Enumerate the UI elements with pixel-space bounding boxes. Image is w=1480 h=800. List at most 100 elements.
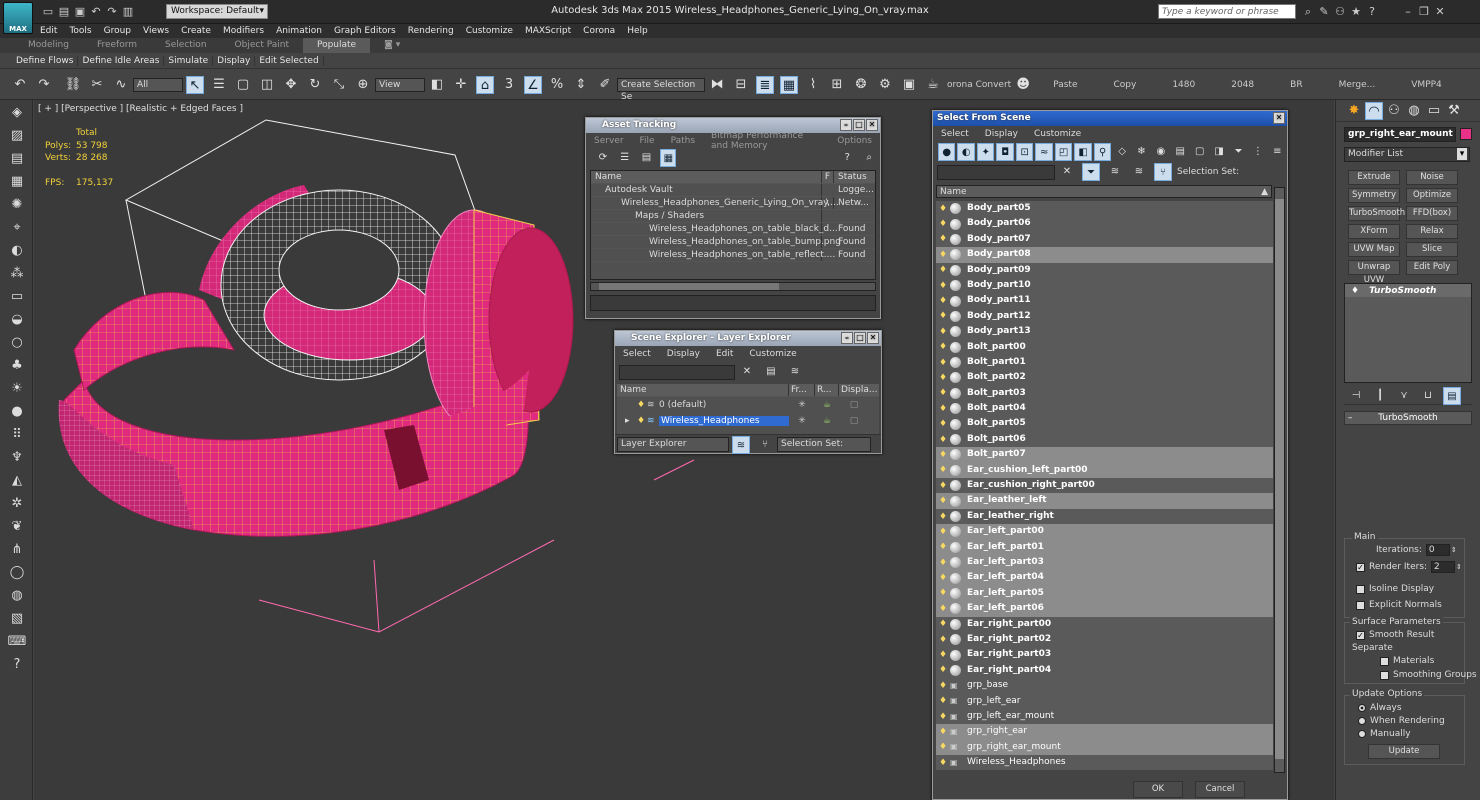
remove-modifier-icon[interactable]: ⊔	[1419, 387, 1437, 405]
explorer-type-dropdown[interactable]: Layer Explorer	[617, 437, 729, 452]
plane-icon[interactable]: ▭	[7, 287, 27, 307]
lightbulb-icon[interactable]: ♦	[939, 342, 947, 352]
tab-modeling[interactable]: Modeling	[14, 38, 83, 53]
corona-convert-label[interactable]: orona Convert	[947, 80, 1011, 90]
smoothing-groups-checkbox[interactable]	[1380, 670, 1389, 680]
menu-group[interactable]: Group	[104, 26, 131, 36]
scene-object-row[interactable]: ♦ Ear_left_part06	[936, 601, 1273, 617]
spinner-arrows-icon[interactable]: ⇕	[1451, 546, 1457, 554]
lightbulb-icon[interactable]: ♦	[939, 404, 947, 414]
layer-row[interactable]: ▸ ♦ ≋ Wireless_Headphones ✳ ☕ ▢	[617, 413, 879, 429]
light-icon[interactable]: ✺	[7, 195, 27, 215]
scroll-thumb[interactable]	[1275, 199, 1284, 759]
reference-coordinate-dropdown[interactable]: View	[375, 77, 425, 92]
scatter-icon[interactable]: ⠿	[7, 425, 27, 445]
col-freeze[interactable]: Fr...	[789, 384, 815, 396]
invert-display-icon[interactable]: ◨	[1210, 143, 1227, 161]
lightbulb-icon[interactable]: ♦	[637, 416, 647, 426]
unlink-icon[interactable]: ✂	[88, 76, 106, 94]
asset-row[interactable]: Maps / Shaders	[591, 210, 875, 223]
hidden-filter-icon[interactable]: ◉	[1152, 143, 1169, 161]
render-frame-icon[interactable]: ▣	[900, 76, 918, 94]
xrefs-filter-icon[interactable]: ◧	[1074, 143, 1092, 161]
move-icon[interactable]: ✥	[282, 76, 300, 94]
explicit-normals-checkbox[interactable]	[1356, 600, 1365, 610]
materials-checkbox[interactable]	[1380, 656, 1389, 666]
hierarchy-tab-icon[interactable]: ⚇	[1385, 102, 1403, 120]
sort-options-icon[interactable]: ≋	[1106, 163, 1124, 181]
noise-button[interactable]: Noise	[1406, 170, 1458, 185]
scale-icon[interactable]: ⤡	[330, 76, 348, 94]
tree-icon[interactable]: ♣	[7, 356, 27, 376]
col-f[interactable]: F	[822, 171, 834, 183]
scene-object-row[interactable]: ♦ ▣ grp_right_ear	[936, 724, 1273, 740]
explorer-search-input[interactable]	[619, 364, 735, 380]
lightbulb-icon[interactable]: ♦	[939, 450, 947, 460]
lightbulb-icon[interactable]: ♦	[939, 327, 947, 337]
close-icon[interactable]: ✕	[1432, 4, 1448, 20]
plant-icon[interactable]: ❦	[7, 517, 27, 537]
signin-icon[interactable]: ⚇	[1332, 4, 1348, 20]
lightbulb-icon[interactable]: ♦	[939, 758, 947, 768]
render-iters-spinner[interactable]: 2	[1431, 561, 1456, 573]
ribbon-options-icon[interactable]: ◙ ▾	[370, 38, 414, 53]
scene-object-row[interactable]: ♦ Body_part07	[936, 231, 1273, 248]
scene-object-row[interactable]: ♦ ▣ Wireless_Headphones	[936, 755, 1273, 771]
lightbulb-icon[interactable]: ♦	[939, 250, 947, 260]
lightbulb-icon[interactable]: ♦	[939, 604, 947, 614]
isoline-checkbox[interactable]	[1356, 584, 1365, 594]
lightbulb-icon[interactable]: ♦	[939, 388, 947, 398]
layers-mode-icon[interactable]: ≋	[732, 435, 750, 454]
scene-object-row[interactable]: ♦ Body_part13	[936, 324, 1273, 340]
menu-tools[interactable]: Tools	[69, 26, 91, 36]
lightbulb-icon[interactable]: ♦	[939, 650, 947, 660]
scene-explorer-icon[interactable]: ▦	[780, 75, 798, 94]
scene-object-row[interactable]: ♦ Bolt_part07	[936, 447, 1273, 463]
rotate-icon[interactable]: ↻	[306, 76, 324, 94]
scene-object-row[interactable]: ♦ Body_part06	[936, 216, 1273, 232]
refresh-icon[interactable]: ⟳	[595, 149, 611, 167]
percent-snap-icon[interactable]: %	[548, 76, 566, 94]
lightbulb-icon[interactable]: ♦	[939, 742, 947, 752]
render-icon[interactable]: ☕	[815, 416, 839, 426]
fur-icon[interactable]: ♆	[7, 448, 27, 468]
modifier-list-dropdown[interactable]: Modifier List ▾	[1344, 147, 1470, 162]
scene-object-row[interactable]: ♦ Bolt_part03	[936, 385, 1273, 402]
update-button[interactable]: Update	[1368, 744, 1440, 759]
layer-row[interactable]: ♦ ≋ 0 (default) ✳ ☕ ▢	[617, 397, 879, 413]
menu-customize[interactable]: Customize	[1034, 129, 1081, 139]
menu-display[interactable]: Display	[667, 349, 700, 359]
close-icon[interactable]: ✕	[866, 119, 878, 131]
menu-rendering[interactable]: Rendering	[408, 26, 454, 36]
scene-object-row[interactable]: ♦ Bolt_part01	[936, 354, 1273, 371]
maximize-icon[interactable]: □	[853, 119, 865, 131]
helpers-filter-icon[interactable]: ⊡	[1015, 143, 1034, 161]
lightbulb-icon[interactable]: ♦	[637, 400, 647, 410]
bones-filter-icon[interactable]: ⚲	[1093, 143, 1112, 161]
edit-selected-button[interactable]: Edit Selected	[255, 55, 324, 66]
keyboard-shortcut-icon[interactable]: ⌂	[476, 75, 494, 94]
scene-object-row[interactable]: ♦ ▣ grp_left_ear_mount	[936, 708, 1273, 725]
freeze-icon[interactable]: ✳	[789, 416, 815, 426]
extrude-button[interactable]: Extrude	[1348, 170, 1400, 185]
expand-arrow-icon[interactable]: ▸	[617, 416, 637, 426]
tab-object-paint[interactable]: Object Paint	[221, 38, 303, 53]
menu-paths[interactable]: Paths	[671, 136, 695, 146]
scene-object-row[interactable]: ♦ Bolt_part00	[936, 339, 1273, 355]
render-setup-icon[interactable]: ⚙	[876, 76, 894, 94]
display-button[interactable]: Display	[213, 55, 256, 66]
height-preset[interactable]: 2048	[1231, 80, 1254, 90]
scene-object-row[interactable]: ♦ Ear_right_part02	[936, 631, 1273, 648]
menu-bitmap-performance[interactable]: Bitmap Performance and Memory	[711, 131, 821, 151]
placement-icon[interactable]: ⊕	[354, 76, 372, 94]
vmpp4-button[interactable]: VMPP4	[1411, 80, 1442, 90]
relax-button[interactable]: Relax	[1406, 224, 1458, 239]
make-unique-icon[interactable]: ⋎	[1395, 387, 1413, 405]
lightbulb-icon[interactable]: ♦	[939, 419, 947, 429]
scene-object-row[interactable]: ♦ Body_part12	[936, 308, 1273, 325]
scroll-thumb[interactable]	[599, 283, 779, 290]
asset-path-field[interactable]	[590, 295, 876, 311]
menu-edit[interactable]: Edit	[40, 26, 57, 36]
menu-maxscript[interactable]: MAXScript	[525, 26, 571, 36]
pin-stack-icon[interactable]: ⊣	[1347, 387, 1365, 405]
